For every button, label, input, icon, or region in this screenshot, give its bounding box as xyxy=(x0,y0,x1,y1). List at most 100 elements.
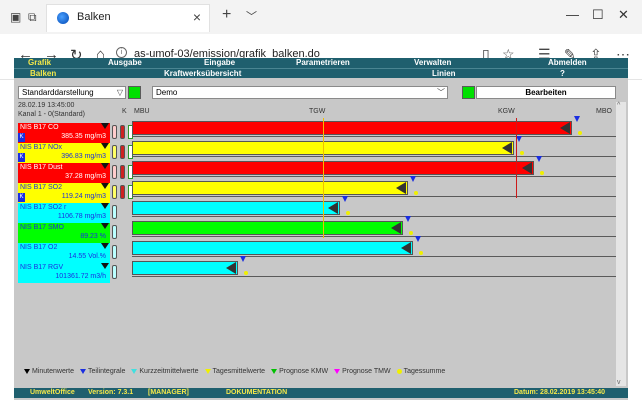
submenu-balken[interactable]: Balken xyxy=(30,69,56,79)
value-marker-icon xyxy=(328,202,338,214)
vertical-scrollbar[interactable]: ^ v xyxy=(616,102,626,386)
legend-swatch-icon xyxy=(396,368,402,374)
menu-verwalten[interactable]: Verwalten xyxy=(414,58,451,68)
partial-integral-marker-icon xyxy=(240,256,246,262)
channel-status-indicator xyxy=(112,245,117,259)
view-select[interactable]: Standarddarstellung ▽ xyxy=(18,86,126,99)
channel-label-4[interactable]: NIS B17 SO2 r 1106.78 mg/m3 xyxy=(18,203,110,223)
k-badge: K xyxy=(18,193,25,202)
kgw-label: KGW xyxy=(498,108,515,115)
minute-marker-icon xyxy=(101,243,109,249)
channel-status-indicator xyxy=(112,265,117,279)
legend-swatch-icon xyxy=(131,368,138,374)
daily-mean-marker-icon xyxy=(540,171,544,175)
value-marker-icon xyxy=(560,122,570,134)
chevron-down-icon: ▽ xyxy=(116,88,123,97)
channel-bar[interactable] xyxy=(132,181,408,195)
partial-integral-marker-icon xyxy=(574,116,580,122)
channel-label-0[interactable]: NIS B17 CO 385.35 mg/m3 K xyxy=(18,123,110,143)
channel-label-7[interactable]: NIS B17 RGV 101361.72 m3/h xyxy=(18,263,110,283)
timestamp: 28.02.19 13:45:00 xyxy=(18,102,75,109)
submenu-linien[interactable]: Linien xyxy=(432,69,456,79)
tab-actions-icon[interactable]: ▣ xyxy=(10,10,21,24)
channel-alarm-indicator xyxy=(120,165,125,179)
channel-bar[interactable] xyxy=(132,201,340,215)
channel-bar[interactable] xyxy=(132,121,572,135)
row-divider xyxy=(132,136,616,137)
channel-value: 14.55 Vol.% xyxy=(68,253,106,260)
channel-label-1[interactable]: NIS B17 NOx 396.83 mg/m3 K xyxy=(18,143,110,163)
row-divider xyxy=(132,176,616,177)
channel-bar[interactable] xyxy=(132,261,238,275)
channel-status-indicator xyxy=(112,205,117,219)
channel-name: NIS B17 NOx xyxy=(20,144,63,151)
channel-bar[interactable] xyxy=(132,221,403,235)
submenu-help[interactable]: ? xyxy=(560,69,565,79)
legend-swatch-icon xyxy=(204,368,211,374)
channel-status-indicator xyxy=(112,165,117,179)
menu-grafik[interactable]: Grafik xyxy=(28,58,51,68)
daily-mean-marker-icon xyxy=(419,251,423,255)
channel-name: NIS B17 SMO xyxy=(20,224,64,231)
channel-value: 396.83 mg/m3 xyxy=(61,153,106,160)
legend-swatch-icon xyxy=(334,368,341,374)
legend-label: Prognose KMW xyxy=(279,368,329,375)
legend-label: Kurzzeitmittelwerte xyxy=(139,368,199,375)
profile-select-value: Demo xyxy=(156,88,178,97)
channel-name: NIS B17 Dust xyxy=(20,164,63,171)
channel-bar[interactable] xyxy=(132,241,413,255)
daily-mean-marker-icon xyxy=(346,211,350,215)
value-marker-icon xyxy=(502,142,512,154)
partial-integral-marker-icon xyxy=(415,236,421,242)
channel-value: 385.35 mg/m3 xyxy=(61,133,106,140)
channel-label-6[interactable]: NIS B17 O2 14.55 Vol.% xyxy=(18,243,110,263)
control-row: Standarddarstellung ▽ Demo ﹀ Bearbeiten xyxy=(14,86,628,100)
status-doc[interactable]: DOKUMENTATION xyxy=(226,388,287,398)
channel-status-indicator xyxy=(112,225,117,239)
submenu-kraftwerksuebersicht[interactable]: Kraftwerksübersicht xyxy=(164,69,241,79)
new-tab-button[interactable]: + xyxy=(222,6,231,24)
info-icon[interactable]: i xyxy=(116,47,127,58)
channel-value: 89.23 % xyxy=(80,233,106,240)
menu-abmelden[interactable]: Abmelden xyxy=(548,58,587,68)
channel-name: NIS B17 SO2 r xyxy=(20,204,67,211)
menu-eingabe[interactable]: Eingabe xyxy=(204,58,235,68)
channel-alarm-indicator xyxy=(120,145,125,159)
edit-button[interactable]: Bearbeiten xyxy=(476,86,616,99)
channel-value: 1106.78 mg/m3 xyxy=(57,213,106,220)
legend-swatch-icon xyxy=(24,368,30,374)
channel-name: NIS B17 CO xyxy=(20,124,59,131)
row-divider xyxy=(132,216,616,217)
daily-mean-marker-icon xyxy=(409,231,413,235)
row-divider xyxy=(132,196,616,197)
profile-select[interactable]: Demo ﹀ xyxy=(152,86,448,99)
channel-bar[interactable] xyxy=(132,161,534,175)
close-window-icon[interactable]: ✕ xyxy=(618,7,629,23)
minute-marker-icon xyxy=(101,223,109,229)
minute-marker-icon xyxy=(101,263,109,269)
value-marker-icon xyxy=(391,222,401,234)
tab-list-chevron-icon[interactable]: ﹀ xyxy=(246,8,257,24)
partial-integral-marker-icon xyxy=(536,156,542,162)
scroll-down-icon[interactable]: v xyxy=(617,379,621,386)
channel-label: Kanal 1 - 0(Standard) xyxy=(18,111,85,118)
status-product: UmweltOffice xyxy=(30,389,75,396)
legend-label: Minutenwerte xyxy=(32,368,75,375)
minute-marker-icon xyxy=(101,123,109,129)
browser-tab[interactable]: Balken × xyxy=(46,4,210,32)
channel-label-3[interactable]: NIS B17 SO2 119.24 mg/m3 K xyxy=(18,183,110,203)
menu-ausgabe[interactable]: Ausgabe xyxy=(108,58,142,68)
k-badge: K xyxy=(18,153,25,162)
channel-status-indicator xyxy=(112,185,117,199)
row-divider xyxy=(132,156,616,157)
minimize-icon[interactable]: — xyxy=(566,7,579,22)
tab-preview-icon[interactable]: ⧉ xyxy=(28,10,37,25)
maximize-icon[interactable]: ☐ xyxy=(592,7,604,23)
channel-label-2[interactable]: NIS B17 Dust 37.28 mg/m3 xyxy=(18,163,110,183)
scroll-up-icon[interactable]: ^ xyxy=(617,102,620,109)
legend-label: Teilintegrale xyxy=(88,368,126,375)
browser-tab-bar: ▣ ⧉ Balken × + ﹀ — ☐ ✕ xyxy=(0,0,642,34)
channel-label-5[interactable]: NIS B17 SMO 89.23 % xyxy=(18,223,110,243)
close-tab-icon[interactable]: × xyxy=(193,9,201,25)
menu-parametrieren[interactable]: Parametrieren xyxy=(296,58,350,68)
